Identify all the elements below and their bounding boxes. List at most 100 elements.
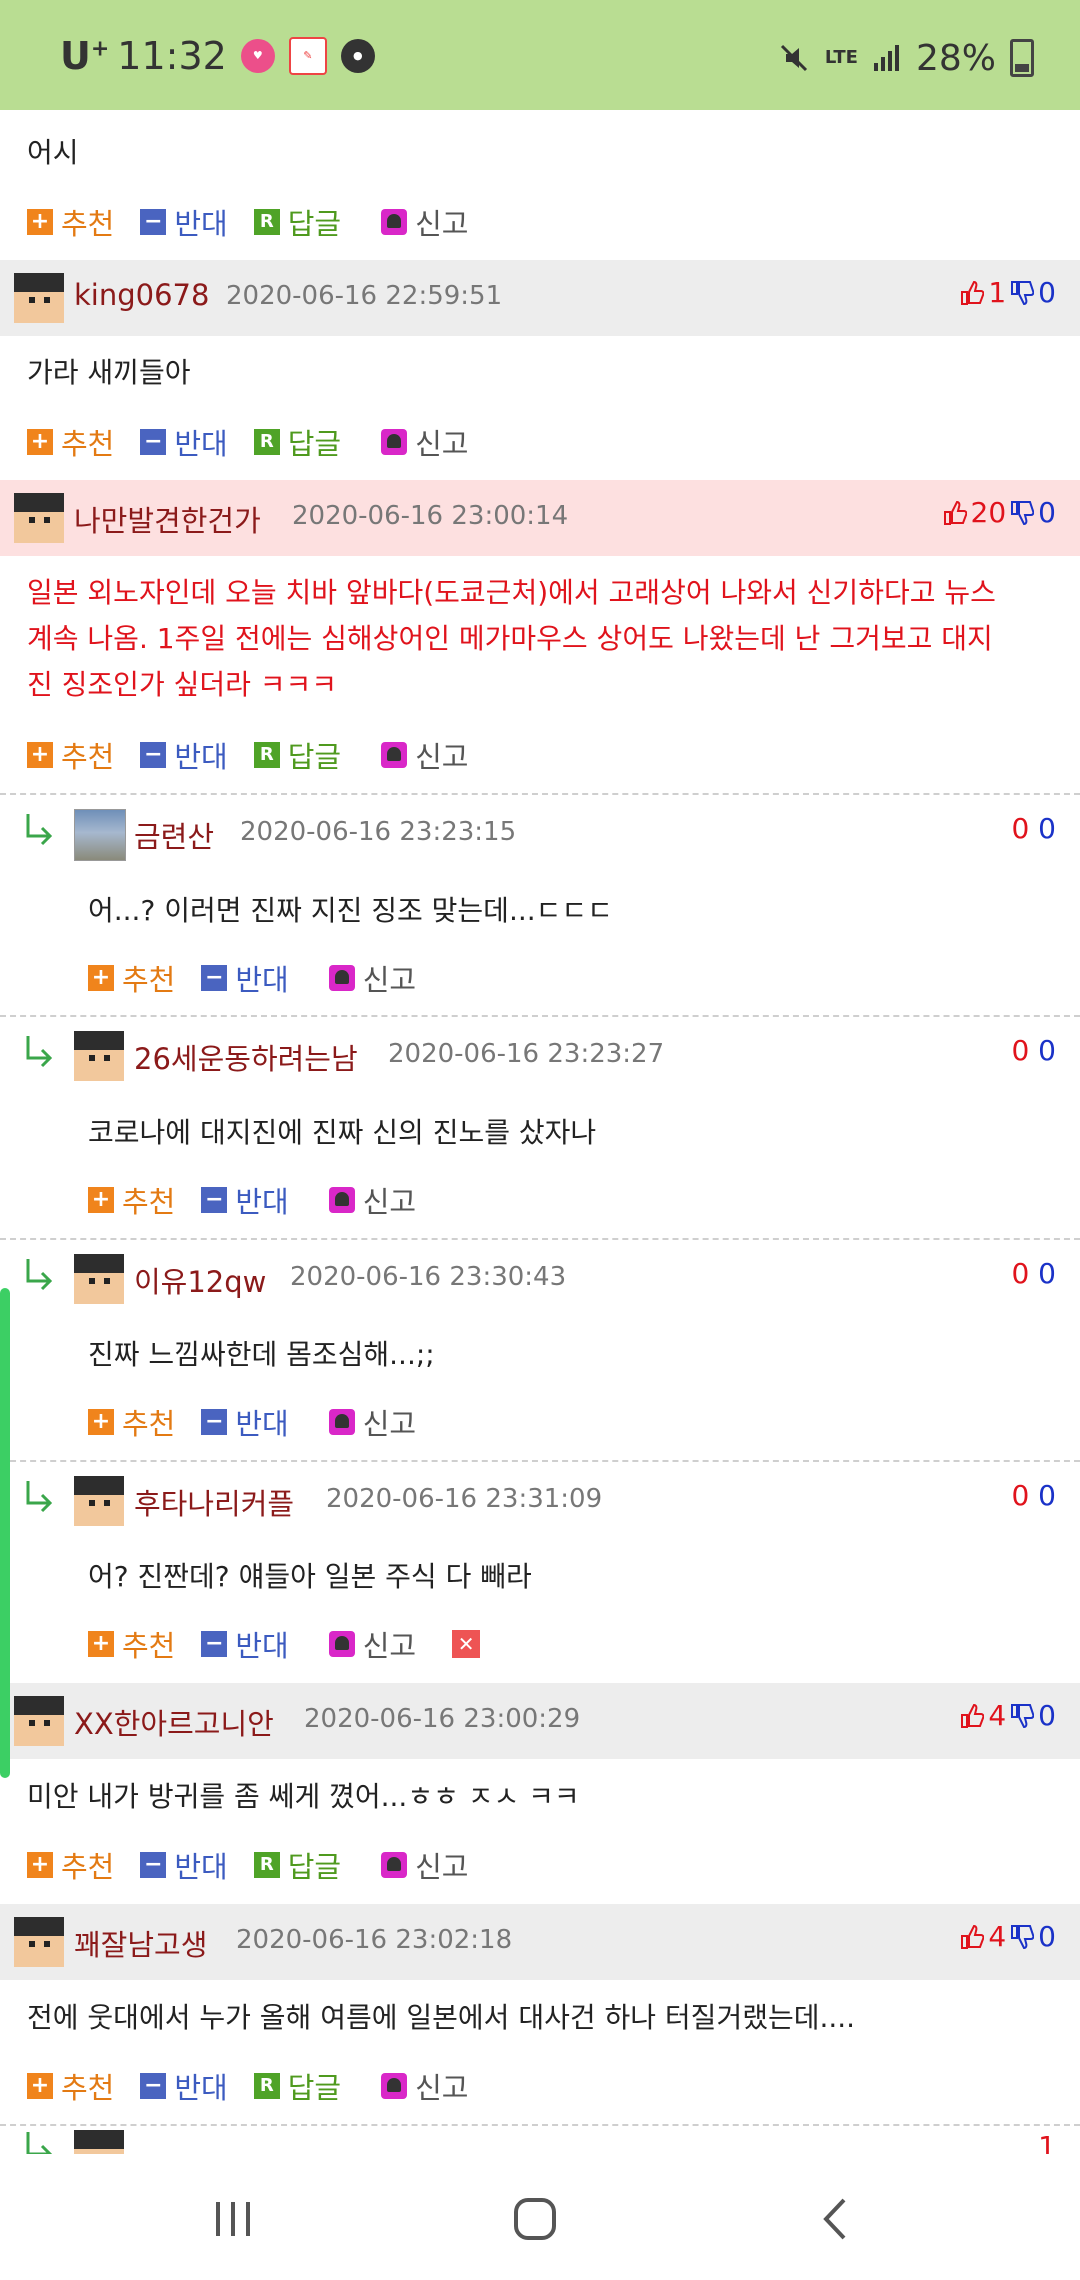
reply-text: 코로나에 대지진에 진짜 신의 진노를 샀자나 — [88, 1116, 597, 1149]
plus-icon: + — [88, 1187, 114, 1213]
back-icon[interactable] — [802, 2184, 872, 2254]
vote-counts: 4 0 — [956, 1699, 1056, 1732]
plus-icon: + — [27, 2073, 53, 2099]
notepad-icon: ✎ — [288, 37, 327, 75]
minus-icon: − — [140, 2073, 167, 2099]
oppose-button[interactable]: − 반대 — [140, 201, 228, 243]
report-icon — [328, 1409, 355, 1435]
comment-line: 일본 외노자인데 오늘 치바 앞바다(도쿄근처)에서 고래상어 나와서 신기하다… — [27, 576, 996, 609]
recommend-button[interactable]: + 추천 — [27, 1844, 114, 1886]
oppose-button[interactable]: − 반대 — [201, 1401, 289, 1443]
close-icon[interactable]: ✕ — [452, 1630, 481, 1658]
comment-date: 2020-06-16 23:23:27 — [388, 1039, 665, 1069]
plus-icon: + — [27, 429, 53, 455]
comment-date: 2020-06-16 23:00:14 — [292, 501, 569, 531]
home-icon[interactable] — [500, 2184, 570, 2254]
recent-apps-icon[interactable] — [198, 2184, 268, 2254]
report-button[interactable]: 신고 — [381, 1844, 469, 1886]
reply-actions: + 추천 − 반대 신고 — [88, 1180, 442, 1220]
reply-button[interactable]: R 답글 — [253, 2065, 341, 2107]
avatar[interactable] — [74, 1476, 124, 1526]
avatar[interactable] — [74, 2130, 124, 2154]
reply-arrow-icon — [26, 1036, 53, 1068]
report-button[interactable]: 신고 — [328, 957, 416, 999]
report-icon — [328, 965, 355, 991]
recommend-button[interactable]: + 추천 — [27, 421, 114, 463]
username[interactable]: 이유12qw — [134, 1259, 266, 1301]
reply-header-partial: 1 — [0, 2130, 1080, 2154]
thumbs-down-icon — [1011, 500, 1035, 525]
reply-text: 어...? 이러면 진짜 지진 징조 맞는데...ㄷㄷㄷ — [88, 894, 613, 927]
recommend-button[interactable]: + 추천 — [88, 1623, 175, 1665]
reply-text: 진짜 느낌싸한데 몸조심해...;; — [88, 1338, 435, 1371]
comment-text: 미안 내가 방귀를 좀 쎄게 꼈어...ㅎㅎ ㅈㅅ ㅋㅋ — [27, 1780, 580, 1813]
comment-header: XX한아르고니안 2020-06-16 23:00:29 4 0 — [0, 1683, 1080, 1759]
thumbs-up-icon — [943, 500, 967, 525]
battery-percent: 28% — [915, 37, 996, 79]
oppose-button[interactable]: − 반대 — [140, 2065, 228, 2107]
report-button[interactable]: 신고 — [328, 1623, 416, 1665]
report-button[interactable]: 신고 — [381, 421, 469, 463]
comment-actions: + 추천 − 반대 R 답글 신고 — [27, 1845, 495, 1885]
report-button[interactable]: 신고 — [328, 1401, 416, 1443]
reply-button[interactable]: R 답글 — [253, 1844, 341, 1886]
comment-date: 2020-06-16 23:31:09 — [326, 1484, 603, 1514]
oppose-button[interactable]: − 반대 — [140, 734, 228, 776]
recommend-button[interactable]: + 추천 — [88, 1401, 175, 1443]
recommend-button[interactable]: + 추천 — [27, 201, 114, 243]
reply-button[interactable]: R 답글 — [253, 734, 341, 776]
talk-icon: ● — [340, 39, 375, 73]
username[interactable]: king0678 — [74, 278, 209, 312]
report-button[interactable]: 신고 — [328, 1179, 416, 1221]
username[interactable]: 금련산 — [134, 814, 214, 856]
avatar[interactable] — [14, 493, 64, 543]
avatar[interactable] — [74, 1254, 124, 1304]
reply-header: 이유12qw 2020-06-16 23:30:43 0 0 — [0, 1241, 1080, 1317]
minus-icon: − — [201, 1187, 228, 1213]
username[interactable]: 나만발견한건가 — [74, 498, 261, 540]
comment-list: 어시 + 추천 − 반대 R 답글 신고 king0678 2020-06-16 22… — [0, 110, 1080, 2154]
username[interactable]: 후타나리커플 — [134, 1481, 294, 1523]
report-button[interactable]: 신고 — [381, 201, 469, 243]
oppose-button[interactable]: − 반대 — [201, 1623, 289, 1665]
oppose-button[interactable]: − 반대 — [140, 1844, 228, 1886]
reply-actions: + 추천 − 반대 신고 — [88, 1402, 442, 1442]
avatar[interactable] — [74, 809, 126, 861]
status-left: U+ 11:32 ♥ ✎ ● — [60, 28, 375, 84]
oppose-button[interactable]: − 반대 — [201, 957, 289, 999]
oppose-button[interactable]: − 반대 — [201, 1179, 289, 1221]
reply-icon: R — [253, 2073, 280, 2099]
comment-text: 가라 새끼들아 — [27, 356, 191, 389]
recommend-button[interactable]: + 추천 — [27, 734, 114, 776]
recommend-button[interactable]: + 추천 — [27, 2065, 114, 2107]
report-button[interactable]: 신고 — [381, 734, 469, 776]
vote-counts: 0 0 — [1011, 1034, 1056, 1067]
comment-date: 2020-06-16 23:23:15 — [240, 817, 517, 847]
minus-icon: − — [140, 429, 167, 455]
recommend-button[interactable]: + 추천 — [88, 957, 175, 999]
report-button[interactable]: 신고 — [381, 2065, 469, 2107]
username[interactable]: 꽤잘남고생 — [74, 1922, 207, 1964]
reply-button[interactable]: R 답글 — [253, 421, 341, 463]
thumbs-up-icon — [961, 1703, 985, 1728]
love-app-icon: ♥ — [240, 39, 275, 73]
vote-counts: 0 0 — [1011, 1479, 1056, 1512]
recommend-button[interactable]: + 추천 — [88, 1179, 175, 1221]
avatar[interactable] — [14, 273, 64, 323]
comment-actions: + 추천 − 반대 R 답글 신고 — [27, 2066, 495, 2106]
plus-icon: + — [88, 1631, 114, 1657]
username[interactable]: 26세운동하려는남 — [134, 1036, 358, 1078]
minus-icon: − — [201, 965, 228, 991]
reply-button[interactable]: R 답글 — [253, 201, 341, 243]
scrollbar[interactable] — [0, 1288, 10, 1778]
vote-counts: 4 0 — [956, 1920, 1056, 1953]
reply-header: 26세운동하려는남 2020-06-16 23:23:27 0 0 — [0, 1018, 1080, 1094]
oppose-button[interactable]: − 반대 — [140, 421, 228, 463]
signal-icon — [873, 45, 899, 71]
username[interactable]: XX한아르고니안 — [74, 1701, 274, 1743]
avatar[interactable] — [14, 1696, 64, 1746]
report-icon — [381, 209, 408, 235]
avatar[interactable] — [14, 1917, 64, 1967]
avatar[interactable] — [74, 1031, 124, 1081]
reply-header: 후타나리커플 2020-06-16 23:31:09 0 0 — [0, 1463, 1080, 1539]
